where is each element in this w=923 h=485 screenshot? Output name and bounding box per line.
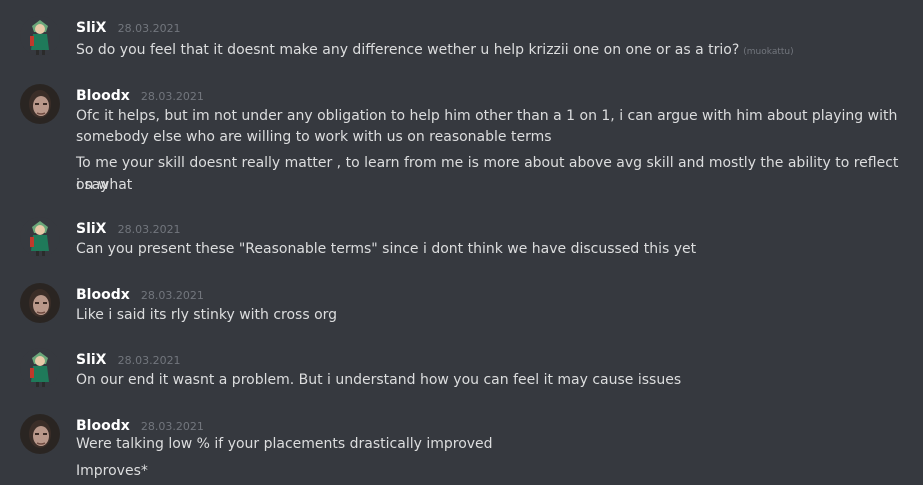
timestamp[interactable]: 28.03.2021 bbox=[141, 90, 204, 103]
message-text: So do you feel that it doesnt make any d… bbox=[76, 42, 740, 58]
message-header: SliX 28.03.2021 bbox=[76, 217, 181, 239]
anime-character-avatar-icon bbox=[20, 16, 60, 56]
message-text: i say bbox=[76, 177, 109, 193]
timestamp[interactable]: 28.03.2021 bbox=[141, 420, 204, 433]
message-header: SliX 28.03.2021 bbox=[76, 16, 181, 38]
username[interactable]: Bloodx bbox=[76, 418, 130, 434]
message-header: SliX 28.03.2021 bbox=[76, 348, 181, 370]
username[interactable]: SliX bbox=[76, 20, 106, 36]
timestamp[interactable]: 28.03.2021 bbox=[118, 354, 181, 367]
message-content: So do you feel that it doesnt make any d… bbox=[76, 39, 906, 63]
message-text: Like i said its rly stinky with cross or… bbox=[76, 307, 338, 323]
avatar[interactable] bbox=[20, 84, 60, 124]
avatar[interactable] bbox=[20, 217, 60, 257]
username[interactable]: SliX bbox=[76, 221, 106, 237]
person-photo-avatar-icon bbox=[20, 84, 60, 124]
message-text: somebody else who are willing to work wi… bbox=[76, 129, 552, 145]
message-header: Bloodx 28.03.2021 bbox=[76, 283, 204, 305]
username[interactable]: Bloodx bbox=[76, 287, 130, 303]
chat-messages: SliX 28.03.2021 So do you feel that it d… bbox=[0, 0, 923, 485]
timestamp[interactable]: 28.03.2021 bbox=[141, 289, 204, 302]
avatar[interactable] bbox=[20, 283, 60, 323]
timestamp[interactable]: 28.03.2021 bbox=[118, 223, 181, 236]
message-text: Were talking low % if your placements dr… bbox=[76, 436, 493, 452]
edited-label: (muokattu) bbox=[743, 47, 794, 57]
message-text: Ofc it helps, but im not under any oblig… bbox=[76, 108, 898, 124]
timestamp[interactable]: 28.03.2021 bbox=[118, 22, 181, 35]
message-text: Improves* bbox=[76, 463, 148, 479]
username[interactable]: SliX bbox=[76, 352, 106, 368]
person-photo-avatar-icon bbox=[20, 283, 60, 323]
avatar[interactable] bbox=[20, 16, 60, 56]
avatar[interactable] bbox=[20, 348, 60, 388]
avatar[interactable] bbox=[20, 414, 60, 454]
message-header: Bloodx 28.03.2021 bbox=[76, 84, 204, 106]
anime-character-avatar-icon bbox=[20, 217, 60, 257]
username[interactable]: Bloodx bbox=[76, 88, 130, 104]
anime-character-avatar-icon bbox=[20, 348, 60, 388]
message-text: Can you present these "Reasonable terms"… bbox=[76, 241, 697, 257]
person-photo-avatar-icon bbox=[20, 414, 60, 454]
message-text: On our end it wasnt a problem. But i und… bbox=[76, 372, 682, 388]
